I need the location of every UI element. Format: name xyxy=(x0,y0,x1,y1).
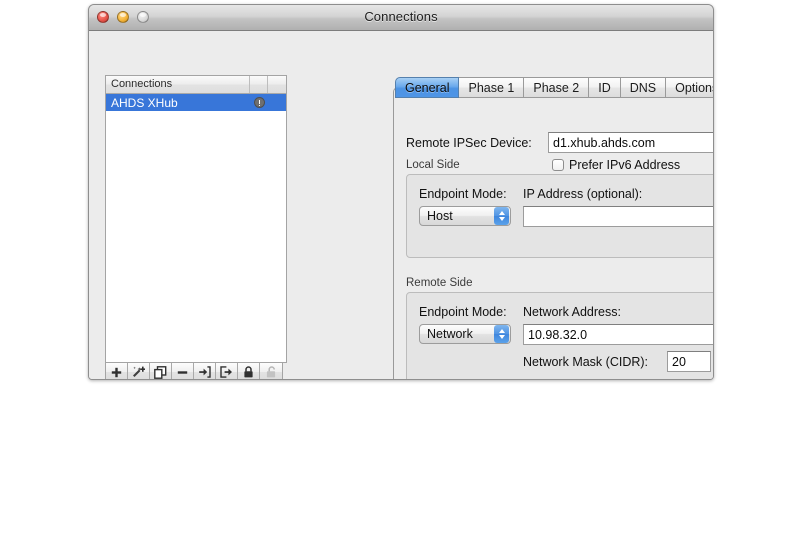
column-header-connections[interactable]: Connections xyxy=(106,76,250,93)
list-item[interactable]: AHDS XHub xyxy=(106,94,286,111)
settings-tabstrip: General Phase 1 Phase 2 ID DNS Options xyxy=(395,77,714,98)
column-header-blank-2[interactable] xyxy=(268,76,286,93)
local-endpoint-mode-select[interactable]: Host xyxy=(419,206,511,226)
tab-phase-2[interactable]: Phase 2 xyxy=(524,77,590,98)
column-header-blank-1[interactable] xyxy=(250,76,268,93)
local-endpoint-mode-value: Host xyxy=(427,209,453,223)
remote-endpoint-mode-value: Network xyxy=(427,327,473,341)
connections-list[interactable]: Connections AHDS XHub xyxy=(105,75,287,363)
local-side-group-label: Local Side xyxy=(406,159,460,171)
lock-open-icon xyxy=(266,366,277,378)
local-ip-address-label: IP Address (optional): xyxy=(523,187,643,201)
tab-phase-2-label: Phase 2 xyxy=(533,80,580,95)
remote-side-group-label: Remote Side xyxy=(406,277,473,289)
chevron-updown-icon xyxy=(494,207,509,225)
prefer-ipv6-checkbox[interactable] xyxy=(552,159,564,171)
settings-tabview: Remote IPSec Device: Prefer IPv6 Address… xyxy=(393,77,714,379)
tab-general[interactable]: General xyxy=(395,77,460,98)
connections-list-toolbar xyxy=(105,363,283,379)
tab-options-label: Options xyxy=(675,80,714,95)
network-address-input[interactable] xyxy=(523,324,713,345)
export-arrow-icon xyxy=(220,366,233,378)
tab-phase-1[interactable]: Phase 1 xyxy=(459,77,525,98)
unlock-button[interactable] xyxy=(260,363,282,379)
magic-wand-plus-icon xyxy=(132,366,145,378)
prefer-ipv6-row[interactable]: Prefer IPv6 Address xyxy=(552,158,680,172)
remote-device-input[interactable] xyxy=(548,132,713,153)
tab-phase-1-label: Phase 1 xyxy=(468,80,515,95)
remote-side-group: Endpoint Mode: Network Network Address: … xyxy=(406,292,713,379)
export-connection-button[interactable] xyxy=(216,363,238,379)
tab-general-label: General xyxy=(405,80,450,95)
tab-options[interactable]: Options xyxy=(666,77,714,98)
tab-id-label: ID xyxy=(598,80,611,95)
local-side-group: Endpoint Mode: Host IP Address (optional… xyxy=(406,174,713,258)
plus-icon xyxy=(111,367,122,378)
local-ip-address-input[interactable] xyxy=(523,206,713,227)
remote-endpoint-mode-select[interactable]: Network xyxy=(419,324,511,344)
copy-icon xyxy=(154,365,167,379)
remote-device-label: Remote IPSec Device: xyxy=(406,135,532,150)
remote-endpoint-mode-label: Endpoint Mode: xyxy=(419,305,507,319)
tab-id[interactable]: ID xyxy=(589,77,621,98)
chevron-updown-icon xyxy=(494,325,509,343)
connections-list-rows: AHDS XHub xyxy=(106,94,286,111)
wizard-add-connection-button[interactable] xyxy=(128,363,150,379)
network-mask-input[interactable] xyxy=(667,351,711,372)
tab-panel-general: Remote IPSec Device: Prefer IPv6 Address… xyxy=(393,87,713,379)
duplicate-connection-button[interactable] xyxy=(150,363,172,379)
network-address-label: Network Address: xyxy=(523,305,621,319)
window-title: Connections xyxy=(364,9,438,24)
remove-connection-button[interactable] xyxy=(172,363,194,379)
tab-dns[interactable]: DNS xyxy=(620,77,667,98)
list-item-label: AHDS XHub xyxy=(111,95,178,110)
import-arrow-icon xyxy=(198,366,211,378)
window-body: Connections AHDS XHub Remote IPSec Devic… xyxy=(89,31,713,379)
import-connection-button[interactable] xyxy=(194,363,216,379)
minus-icon xyxy=(177,367,188,378)
window-titlebar[interactable]: Connections xyxy=(89,5,713,31)
local-endpoint-mode-label: Endpoint Mode: xyxy=(419,187,507,201)
connections-list-header: Connections xyxy=(106,76,286,94)
network-mask-label: Network Mask (CIDR): xyxy=(523,355,649,369)
alert-exclamation-icon xyxy=(250,97,268,108)
remote-device-row: Remote IPSec Device: xyxy=(406,132,713,153)
lock-closed-icon xyxy=(243,366,254,378)
add-connection-button[interactable] xyxy=(106,363,128,379)
lock-button[interactable] xyxy=(238,363,260,379)
prefer-ipv6-label: Prefer IPv6 Address xyxy=(569,158,681,172)
tab-dns-label: DNS xyxy=(629,80,657,95)
connections-window: Connections Connections AHDS XHub Remote… xyxy=(88,4,714,380)
